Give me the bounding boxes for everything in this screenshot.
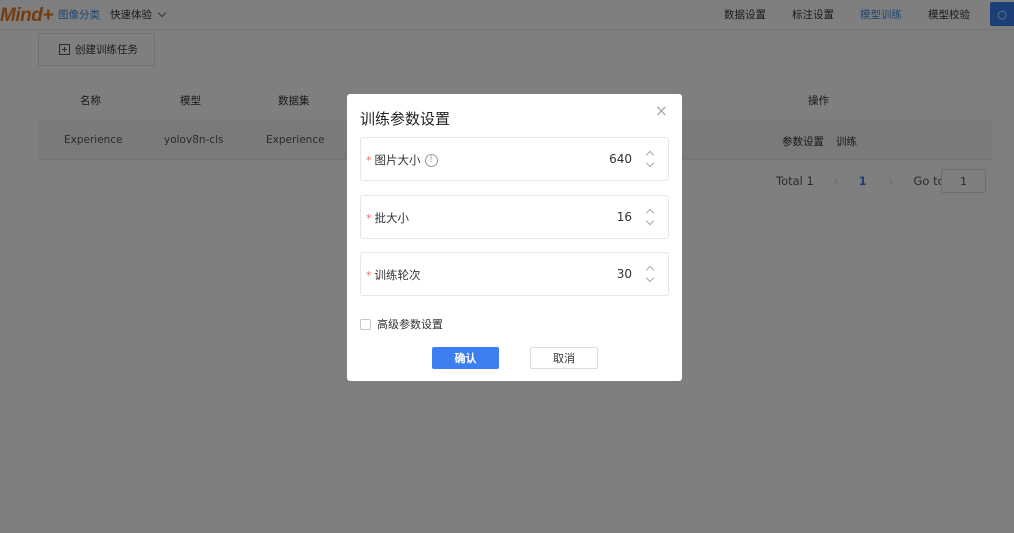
confirm-button[interactable]: 确认 (432, 347, 499, 369)
advanced-settings-checkbox-row[interactable]: 高级参数设置 (360, 316, 443, 332)
batch-size-label-text: 批大小 (374, 211, 410, 225)
batch-size-label: * 批大小 (366, 210, 409, 226)
info-icon[interactable]: ! (424, 153, 438, 167)
epochs-label-text: 训练轮次 (374, 268, 421, 282)
required-asterisk: * (366, 211, 372, 225)
chevron-down-icon[interactable] (645, 216, 655, 226)
chevron-down-icon[interactable] (645, 273, 655, 283)
required-asterisk: * (366, 268, 372, 282)
batch-size-field[interactable]: * 批大小 16 (360, 195, 669, 239)
advanced-settings-label: 高级参数设置 (377, 318, 443, 331)
epochs-label: * 训练轮次 (366, 267, 421, 283)
epochs-value[interactable]: 30 (617, 267, 632, 281)
image-size-stepper[interactable] (645, 149, 656, 169)
required-asterisk: * (366, 153, 372, 167)
image-size-label-text: 图片大小 (374, 153, 421, 167)
dialog-title: 训练参数设置 (360, 110, 451, 128)
epochs-field[interactable]: * 训练轮次 30 (360, 252, 669, 296)
batch-size-stepper[interactable] (645, 207, 656, 227)
training-params-dialog: 训练参数设置 × * 图片大小 ! 640 * 批大小 16 * 训练轮次 30 (347, 94, 682, 381)
close-icon[interactable]: × (655, 103, 668, 119)
image-size-value[interactable]: 640 (609, 152, 632, 166)
image-size-label: * 图片大小 ! (366, 152, 438, 168)
image-size-field[interactable]: * 图片大小 ! 640 (360, 137, 669, 181)
batch-size-value[interactable]: 16 (617, 210, 632, 224)
cancel-button[interactable]: 取消 (530, 347, 598, 369)
chevron-down-icon[interactable] (645, 158, 655, 168)
epochs-stepper[interactable] (645, 264, 656, 284)
advanced-settings-checkbox[interactable] (360, 318, 371, 330)
